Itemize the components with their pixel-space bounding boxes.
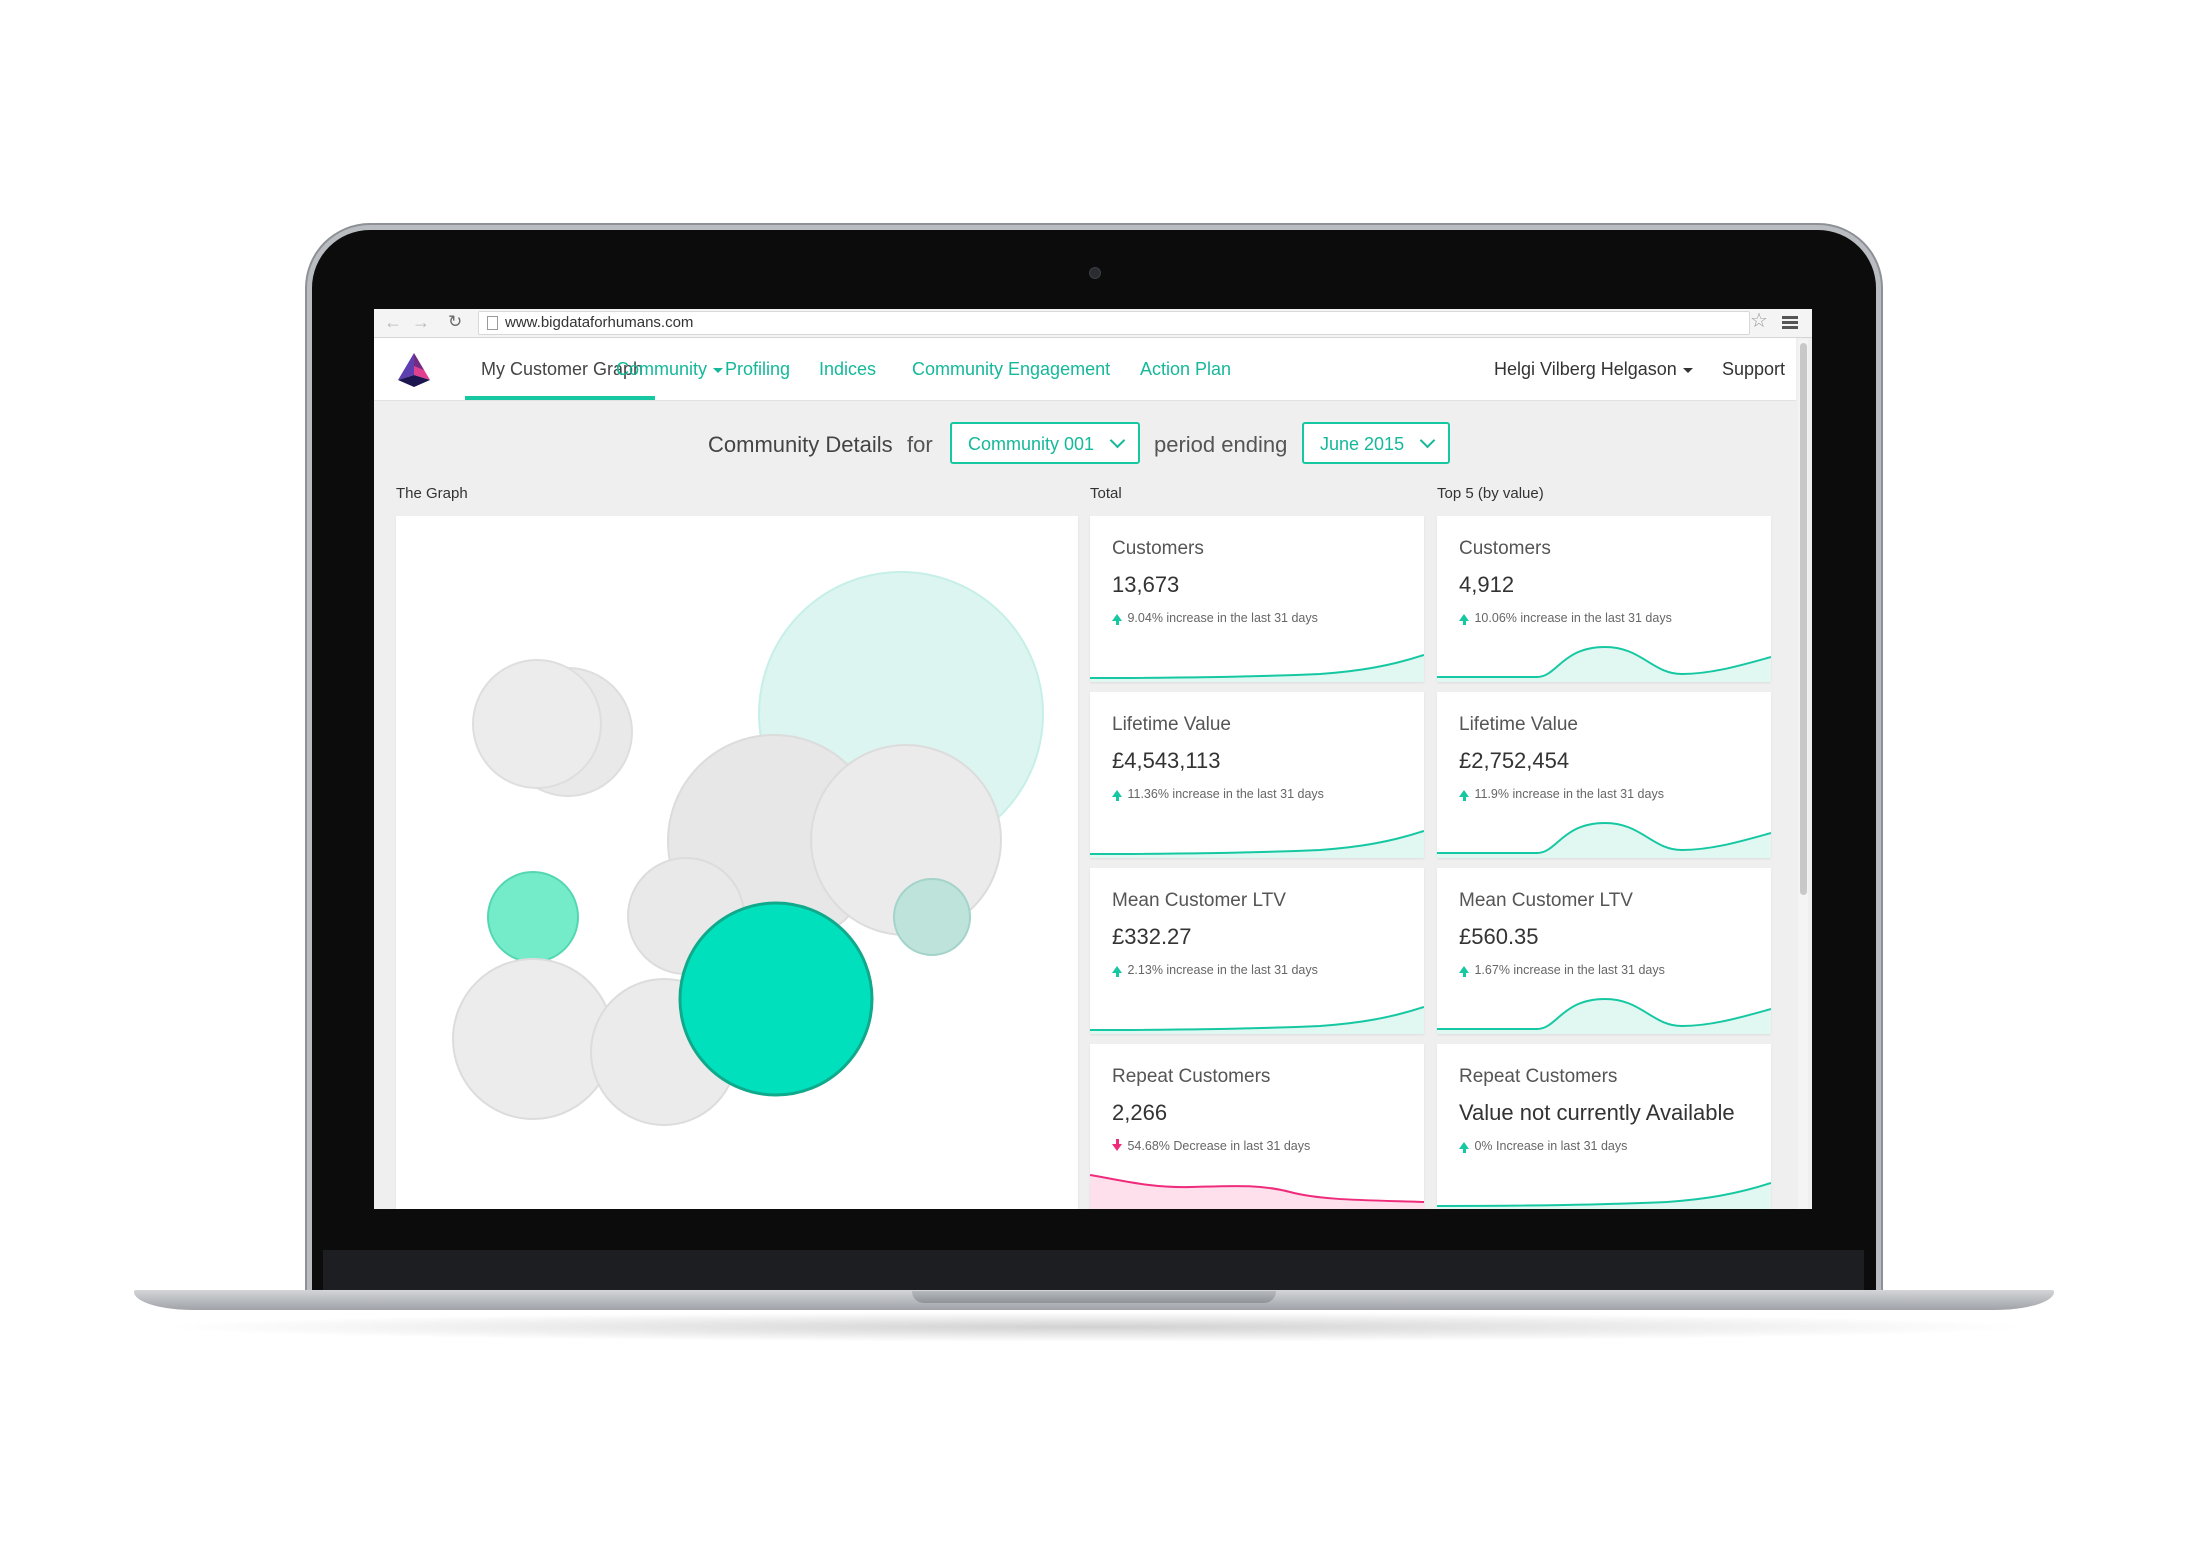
arrow-up-icon bbox=[1459, 614, 1469, 625]
top5-mean-ltv-card[interactable]: Mean Customer LTV £560.35 1.67% increase… bbox=[1437, 868, 1771, 1034]
chevron-down-icon bbox=[1109, 432, 1126, 449]
top5-lifetime-value-card[interactable]: Lifetime Value £2,752,454 11.9% increase… bbox=[1437, 692, 1771, 858]
arrow-up-icon bbox=[1112, 790, 1122, 801]
card-value: £332.27 bbox=[1112, 924, 1192, 949]
card-title: Repeat Customers bbox=[1459, 1066, 1618, 1087]
nav-community[interactable]: Community bbox=[616, 359, 724, 380]
arrow-up-icon bbox=[1459, 966, 1469, 977]
sparkline bbox=[1090, 830, 1424, 858]
nav-profiling[interactable]: Profiling bbox=[725, 359, 790, 380]
nav-action-plan[interactable]: Action Plan bbox=[1140, 359, 1231, 380]
graph-bubble bbox=[472, 659, 602, 789]
graph-bubble bbox=[487, 871, 579, 963]
arrow-up-icon bbox=[1112, 966, 1122, 977]
laptop-notch bbox=[912, 1291, 1276, 1303]
graph-bubble-highlight bbox=[678, 901, 874, 1097]
top5-repeat-customers-card[interactable]: Repeat Customers Value not currently Ava… bbox=[1437, 1044, 1771, 1209]
total-lifetime-value-card[interactable]: Lifetime Value £4,543,113 11.36% increas… bbox=[1090, 692, 1424, 858]
forward-arrow-icon[interactable]: → bbox=[412, 312, 430, 332]
card-title: Customers bbox=[1459, 538, 1551, 559]
top5-customers-card[interactable]: Customers 4,912 10.06% increase in the l… bbox=[1437, 516, 1771, 682]
community-details-title: Community Details bbox=[708, 432, 893, 457]
scrollbar-thumb[interactable] bbox=[1800, 343, 1807, 895]
user-menu[interactable]: Helgi Vilberg Helgason bbox=[1494, 359, 1693, 380]
arrow-up-icon bbox=[1112, 614, 1122, 625]
graph-bubble bbox=[893, 878, 971, 956]
reload-icon[interactable]: ↻ bbox=[448, 312, 462, 332]
total-repeat-customers-card[interactable]: Repeat Customers 2,266 54.68% Decrease i… bbox=[1090, 1044, 1424, 1209]
nav-community-label: Community bbox=[616, 359, 708, 379]
top5-section-label: Top 5 (by value) bbox=[1437, 485, 1544, 502]
screen: ← → ↻ www.bigdataforhumans.com ☆ My Cust… bbox=[374, 309, 1812, 1209]
sparkline bbox=[1437, 997, 1771, 1034]
chevron-down-icon bbox=[1419, 432, 1436, 449]
community-select-value: Community 001 bbox=[968, 434, 1095, 454]
card-title: Mean Customer LTV bbox=[1112, 890, 1286, 911]
period-select-value: June 2015 bbox=[1320, 434, 1405, 454]
total-section-label: Total bbox=[1090, 485, 1122, 502]
sparkline bbox=[1090, 1174, 1424, 1209]
total-customers-card[interactable]: Customers 13,673 9.04% increase in the l… bbox=[1090, 516, 1424, 682]
community-select[interactable]: Community 001 bbox=[950, 422, 1140, 464]
nav-community-engagement[interactable]: Community Engagement bbox=[912, 359, 1110, 380]
card-title: Mean Customer LTV bbox=[1459, 890, 1633, 911]
page-icon bbox=[487, 316, 498, 330]
logo-icon[interactable] bbox=[394, 350, 434, 390]
period-ending-label: period ending bbox=[1154, 432, 1288, 457]
card-value: £4,543,113 bbox=[1112, 748, 1221, 773]
nav-indices[interactable]: Indices bbox=[819, 359, 876, 380]
bubble-graph[interactable] bbox=[396, 516, 1078, 1209]
app-navbar: My Customer Graph Community Profiling In… bbox=[374, 338, 1796, 401]
card-value: £2,752,454 bbox=[1459, 748, 1570, 773]
sparkline bbox=[1437, 645, 1771, 682]
card-title: Lifetime Value bbox=[1112, 714, 1231, 735]
card-title: Customers bbox=[1112, 538, 1204, 559]
active-tab-indicator bbox=[465, 396, 655, 400]
filter-for-label: for bbox=[907, 432, 933, 457]
webcam-icon bbox=[1089, 267, 1101, 279]
card-value: 2,266 bbox=[1112, 1100, 1168, 1125]
arrow-up-icon bbox=[1459, 790, 1469, 801]
back-arrow-icon[interactable]: ← bbox=[384, 312, 402, 332]
star-icon[interactable]: ☆ bbox=[1750, 310, 1768, 332]
caret-down-icon bbox=[713, 367, 724, 373]
card-title: Repeat Customers bbox=[1112, 1066, 1271, 1087]
address-bar[interactable]: www.bigdataforhumans.com bbox=[478, 311, 1750, 335]
card-title: Lifetime Value bbox=[1459, 714, 1578, 735]
card-value: Value not currently Available bbox=[1459, 1100, 1735, 1125]
graph-bubble bbox=[452, 958, 614, 1120]
caret-down-icon bbox=[1682, 367, 1693, 373]
card-value: 4,912 bbox=[1459, 572, 1515, 597]
laptop-bezel bbox=[323, 1250, 1864, 1292]
sparkline bbox=[1437, 821, 1771, 858]
customer-graph-panel bbox=[396, 516, 1078, 1209]
total-mean-ltv-card[interactable]: Mean Customer LTV £332.27 2.13% increase… bbox=[1090, 868, 1424, 1034]
period-select[interactable]: June 2015 bbox=[1302, 422, 1450, 464]
user-name: Helgi Vilberg Helgason bbox=[1494, 359, 1677, 379]
sparkline bbox=[1090, 1006, 1424, 1034]
browser-toolbar: ← → ↻ www.bigdataforhumans.com ☆ bbox=[374, 309, 1812, 338]
graph-section-label: The Graph bbox=[396, 485, 468, 502]
card-value: £560.35 bbox=[1459, 924, 1539, 949]
sparkline bbox=[1090, 654, 1424, 682]
support-link[interactable]: Support bbox=[1722, 359, 1785, 380]
hamburger-menu-icon[interactable] bbox=[1782, 316, 1798, 329]
filter-row: Community Details for Community 001 peri… bbox=[374, 422, 1794, 468]
sparkline bbox=[1437, 1182, 1771, 1209]
url-text: www.bigdataforhumans.com bbox=[505, 314, 694, 331]
laptop-shadow bbox=[150, 1312, 2040, 1342]
card-value: 13,673 bbox=[1112, 572, 1180, 597]
arrow-up-icon bbox=[1459, 1142, 1469, 1153]
